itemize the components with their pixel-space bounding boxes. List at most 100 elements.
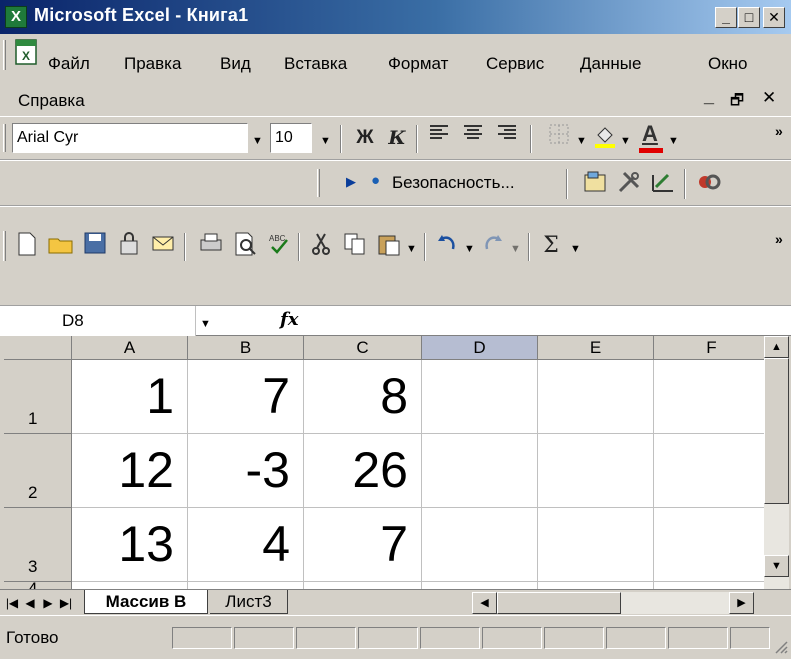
toolbar-grip[interactable] <box>3 124 6 152</box>
menu-edit[interactable]: Правка <box>124 54 181 74</box>
select-all-corner[interactable] <box>4 336 72 360</box>
sheet-tab-list3[interactable]: Лист3 <box>210 590 288 614</box>
redo-dropdown-icon[interactable]: ▼ <box>510 239 521 257</box>
borders-dropdown-icon[interactable]: ▼ <box>576 131 587 149</box>
cell-f3[interactable] <box>654 508 764 582</box>
name-box[interactable]: D8 <box>0 306 196 336</box>
first-sheet-icon[interactable]: |◀ <box>4 593 20 613</box>
fill-color-dropdown-icon[interactable]: ▼ <box>620 131 631 149</box>
font-color-button[interactable]: A <box>636 121 666 155</box>
menu-window[interactable]: Окно <box>708 54 748 74</box>
font-size-dropdown-icon[interactable]: ▼ <box>320 131 331 149</box>
menubar-grip[interactable] <box>3 40 6 70</box>
row-header-3[interactable]: 3 <box>4 508 72 582</box>
cell-c4[interactable] <box>304 582 422 589</box>
cell-e2[interactable] <box>538 434 654 508</box>
close-button[interactable]: ✕ <box>763 7 785 28</box>
cell-d1[interactable] <box>422 360 538 434</box>
undo-dropdown-icon[interactable]: ▼ <box>464 239 475 257</box>
column-header-d[interactable]: D <box>422 336 538 360</box>
autosum-dropdown-icon[interactable]: ▼ <box>570 239 581 257</box>
font-name-combo[interactable]: Arial Cyr <box>12 123 248 153</box>
control-toolbox-icon[interactable] <box>580 169 610 199</box>
tools-icon[interactable] <box>614 169 644 199</box>
cell-a4[interactable] <box>72 582 188 589</box>
print-preview-icon[interactable] <box>230 231 260 261</box>
last-sheet-icon[interactable]: ▶| <box>58 593 74 613</box>
permission-icon[interactable] <box>114 231 144 261</box>
cut-icon[interactable] <box>306 231 336 261</box>
cell-d3[interactable] <box>422 508 538 582</box>
cell-c3[interactable]: 7 <box>304 508 422 582</box>
doc-restore-button[interactable]: 🗗 <box>730 90 744 115</box>
hscroll-track[interactable] <box>621 592 729 614</box>
align-center-icon[interactable] <box>458 123 488 153</box>
toolbar-options-icon[interactable]: » <box>775 123 783 139</box>
scroll-down-button[interactable]: ▼ <box>764 555 789 577</box>
maximize-button[interactable]: □ <box>738 7 760 28</box>
cell-b3[interactable]: 4 <box>188 508 304 582</box>
scroll-up-button[interactable]: ▲ <box>764 336 789 358</box>
next-sheet-icon[interactable]: ▶ <box>40 593 56 613</box>
script-editor-icon[interactable] <box>694 169 724 199</box>
font-color-dropdown-icon[interactable]: ▼ <box>668 131 679 149</box>
menu-data[interactable]: Данные <box>580 54 641 74</box>
resize-grip-icon[interactable] <box>772 638 788 654</box>
cell-b4[interactable] <box>188 582 304 589</box>
design-mode-icon[interactable] <box>648 169 678 199</box>
play-arrow-icon[interactable]: ▶ <box>346 174 356 190</box>
bold-button[interactable]: Ж <box>350 123 380 153</box>
cell-b2[interactable]: -3 <box>188 434 304 508</box>
cell-c2[interactable]: 26 <box>304 434 422 508</box>
doc-close-button[interactable]: ✕ <box>762 88 776 108</box>
open-folder-icon[interactable] <box>46 231 76 261</box>
column-header-b[interactable]: B <box>188 336 304 360</box>
cell-f4[interactable] <box>654 582 764 589</box>
print-icon[interactable] <box>196 231 226 261</box>
hscroll-left-button[interactable]: ◀ <box>472 592 497 614</box>
minimize-button[interactable]: _ <box>715 7 737 28</box>
menu-file[interactable]: Файл <box>48 54 90 74</box>
security-button[interactable]: Безопасность... <box>392 173 515 193</box>
copy-icon[interactable] <box>340 231 370 261</box>
formula-input[interactable] <box>308 306 791 336</box>
cell-b1[interactable]: 7 <box>188 360 304 434</box>
menu-insert[interactable]: Вставка <box>284 54 347 74</box>
save-icon[interactable] <box>80 231 110 261</box>
row-header-4[interactable]: 4 <box>4 582 72 589</box>
fill-color-icon[interactable] <box>590 123 620 153</box>
row-header-1[interactable]: 1 <box>4 360 72 434</box>
insert-function-icon[interactable]: fx <box>280 309 298 330</box>
align-right-icon[interactable] <box>492 123 522 153</box>
paste-icon[interactable] <box>374 231 404 261</box>
row-header-2[interactable]: 2 <box>4 434 72 508</box>
name-box-dropdown-icon[interactable]: ▼ <box>200 314 211 332</box>
scroll-thumb[interactable] <box>764 358 789 504</box>
font-size-combo[interactable]: 10 <box>270 123 312 153</box>
menu-tools[interactable]: Сервис <box>486 54 544 74</box>
cell-d2[interactable] <box>422 434 538 508</box>
new-document-icon[interactable] <box>12 231 42 261</box>
doc-minimize-button[interactable]: _ <box>704 86 714 107</box>
italic-button[interactable]: К <box>382 123 412 153</box>
column-header-c[interactable]: C <box>304 336 422 360</box>
sheet-tab-massiv-b[interactable]: Массив B <box>84 590 208 614</box>
cell-a3[interactable]: 13 <box>72 508 188 582</box>
column-header-e[interactable]: E <box>538 336 654 360</box>
email-icon[interactable] <box>148 231 178 261</box>
borders-icon[interactable] <box>544 123 574 153</box>
menu-help[interactable]: Справка <box>18 91 85 111</box>
cell-f1[interactable] <box>654 360 764 434</box>
align-left-icon[interactable] <box>424 123 454 153</box>
menu-format[interactable]: Формат <box>388 54 448 74</box>
cell-a1[interactable]: 1 <box>72 360 188 434</box>
spelling-icon[interactable]: ABC <box>264 231 294 261</box>
redo-icon[interactable] <box>478 231 508 261</box>
cell-e4[interactable] <box>538 582 654 589</box>
toolbar-options-icon[interactable]: » <box>775 231 783 247</box>
cell-c1[interactable]: 8 <box>304 360 422 434</box>
vertical-scrollbar[interactable]: ▲ ▼ <box>764 336 789 589</box>
cell-a2[interactable]: 12 <box>72 434 188 508</box>
cell-e1[interactable] <box>538 360 654 434</box>
menu-view[interactable]: Вид <box>220 54 251 74</box>
